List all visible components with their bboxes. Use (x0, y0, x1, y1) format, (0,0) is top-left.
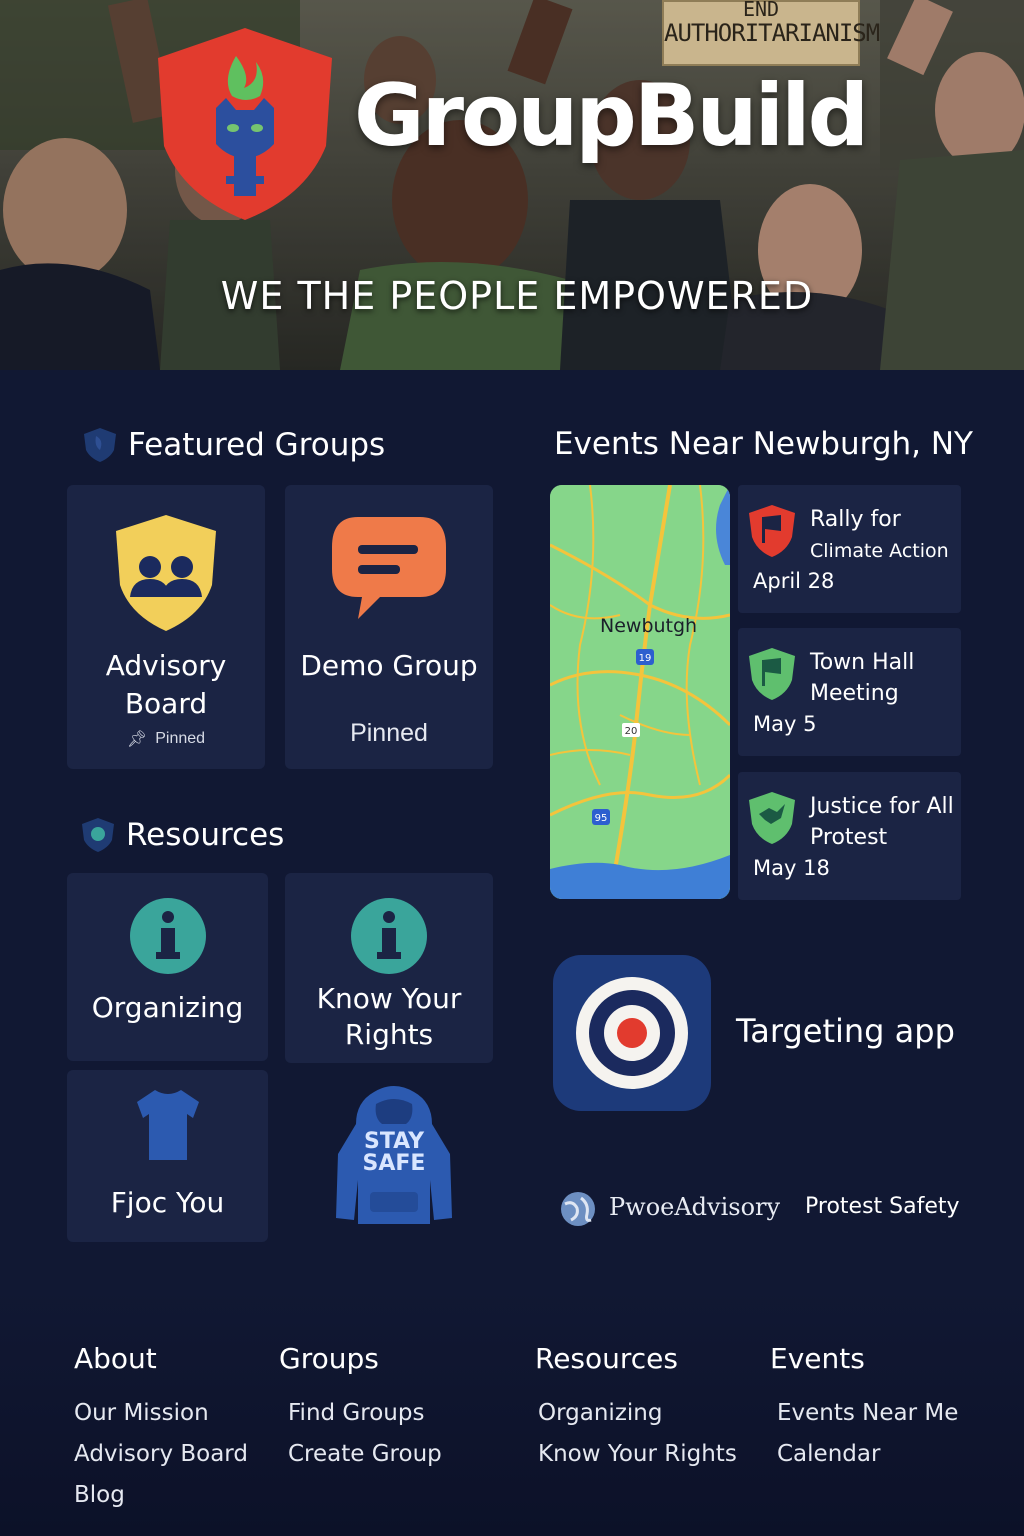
info-icon (129, 898, 206, 974)
pinned-label: Pinned (350, 718, 428, 747)
resources-heading: Resources (80, 816, 284, 854)
footer-link-know-your-rights[interactable]: Know Your Rights (538, 1434, 737, 1475)
footer-link-events-near-me[interactable]: Events Near Me (777, 1393, 958, 1434)
chat-bubble-icon (332, 517, 446, 619)
resource-title: Organizing (91, 991, 244, 1024)
green-flag-shield-icon (749, 648, 795, 700)
event-title-text: Rally for (810, 507, 901, 532)
footer-heading: Groups (279, 1342, 379, 1375)
event-date: May 5 (753, 712, 817, 736)
hoodie-icon[interactable]: STAY SAFE (334, 1084, 454, 1228)
tshirt-icon (136, 1090, 199, 1160)
events-location[interactable]: Newburgh, NY (753, 426, 973, 462)
footer-link-organizing[interactable]: Organizing (538, 1393, 737, 1434)
resource-title: Fјoc You (110, 1186, 225, 1219)
event-subtitle: Climate Action (810, 539, 949, 562)
globe-icon (561, 1192, 595, 1226)
resource-card-organizing[interactable]: Organizing (67, 873, 268, 1061)
partner-name[interactable]: PwoeAdvisory (609, 1193, 780, 1221)
pinned-badge: 📌︎ Pinned (127, 729, 205, 749)
hoodie-text-2: SAFE (363, 1151, 426, 1176)
footer-link-our-mission[interactable]: Our Mission (74, 1393, 248, 1434)
resource-title: Know Your Rights (316, 982, 462, 1052)
footer: About Our Mission Advisory Board Blog Gr… (0, 1290, 1024, 1536)
events-heading: Events Near Newburgh, NY (554, 426, 973, 462)
footer-col-events: Events Events Near Me Calendar (770, 1342, 958, 1475)
brand-name[interactable]: GroupBuild (354, 66, 869, 166)
info-icon (351, 898, 427, 974)
hero-banner: END AUTHORITARIANISM GroupBuild WE THE P… (0, 0, 1024, 370)
featured-groups-heading: Featured Groups (82, 426, 385, 464)
footer-link-advisory-board[interactable]: Advisory Board (74, 1434, 248, 1475)
svg-text:95: 95 (595, 813, 608, 824)
footer-col-groups: Groups Find Groups Create Group (279, 1342, 442, 1475)
target-icon[interactable] (553, 955, 711, 1111)
group-title: Advisory Board (105, 649, 227, 720)
sign-line-1: END (742, 0, 780, 21)
map-city-label: Newbutgh (600, 615, 698, 637)
green-bird-shield-icon (749, 792, 795, 844)
svg-text:19: 19 (639, 653, 652, 664)
svg-text:20: 20 (625, 726, 638, 737)
resource-card-know-your-rights[interactable]: Know Your Rights (285, 873, 493, 1063)
tagline: WE THE PEOPLE EMPOWERED (220, 274, 814, 318)
event-title: Justice for All Protest (810, 794, 954, 850)
logo-shield-icon[interactable] (156, 26, 334, 222)
events-heading-prefix: Events Near (554, 426, 743, 462)
event-title: Rally for Climate Action (810, 505, 960, 567)
map-roads: 19 20 95 (550, 485, 730, 899)
footer-link-calendar[interactable]: Calendar (777, 1434, 958, 1475)
group-shield-icon (116, 515, 216, 631)
pin-icon: 📌︎ (126, 730, 148, 748)
event-date: May 18 (753, 856, 830, 880)
resource-card-merch[interactable]: Fјoc You (67, 1070, 268, 1242)
featured-groups-title: Featured Groups (128, 427, 386, 463)
app-promo-label[interactable]: Targeting app (736, 1012, 955, 1050)
pinned-label: Pinned (155, 729, 206, 747)
red-flag-shield-icon (749, 505, 795, 557)
event-title: Town Hall Meeting (810, 650, 915, 706)
event-card[interactable]: Justice for All Protest May 18 (738, 772, 961, 900)
protest-safety-link[interactable]: Protest Safety (805, 1194, 960, 1219)
resources-title: Resources (126, 817, 285, 853)
footer-link-create-group[interactable]: Create Group (288, 1434, 442, 1475)
group-title: Demo Group (300, 649, 478, 682)
footer-link-blog[interactable]: Blog (74, 1475, 248, 1516)
shield-icon (82, 818, 114, 852)
group-card-demo-group[interactable]: Demo Group Pinned (285, 485, 493, 769)
events-map[interactable]: 19 20 95 Newbutgh (550, 485, 730, 899)
event-date: April 28 (753, 569, 835, 593)
footer-col-about: About Our Mission Advisory Board Blog (74, 1342, 248, 1516)
group-card-advisory-board[interactable]: Advisory Board 📌︎ Pinned (67, 485, 265, 769)
event-card[interactable]: Town Hall Meeting May 5 (738, 628, 961, 756)
event-card[interactable]: Rally for Climate Action April 28 (738, 485, 961, 613)
footer-heading: About (74, 1342, 157, 1375)
footer-heading: Resources (535, 1342, 678, 1375)
footer-heading: Events (770, 1342, 865, 1375)
sign-line-2: AUTHORITARIANISM (664, 19, 880, 47)
footer-link-find-groups[interactable]: Find Groups (288, 1393, 442, 1434)
footer-col-resources: Resources Organizing Know Your Rights (535, 1342, 737, 1475)
protest-sign: END AUTHORITARIANISM (662, 0, 880, 66)
shield-icon (84, 428, 116, 462)
